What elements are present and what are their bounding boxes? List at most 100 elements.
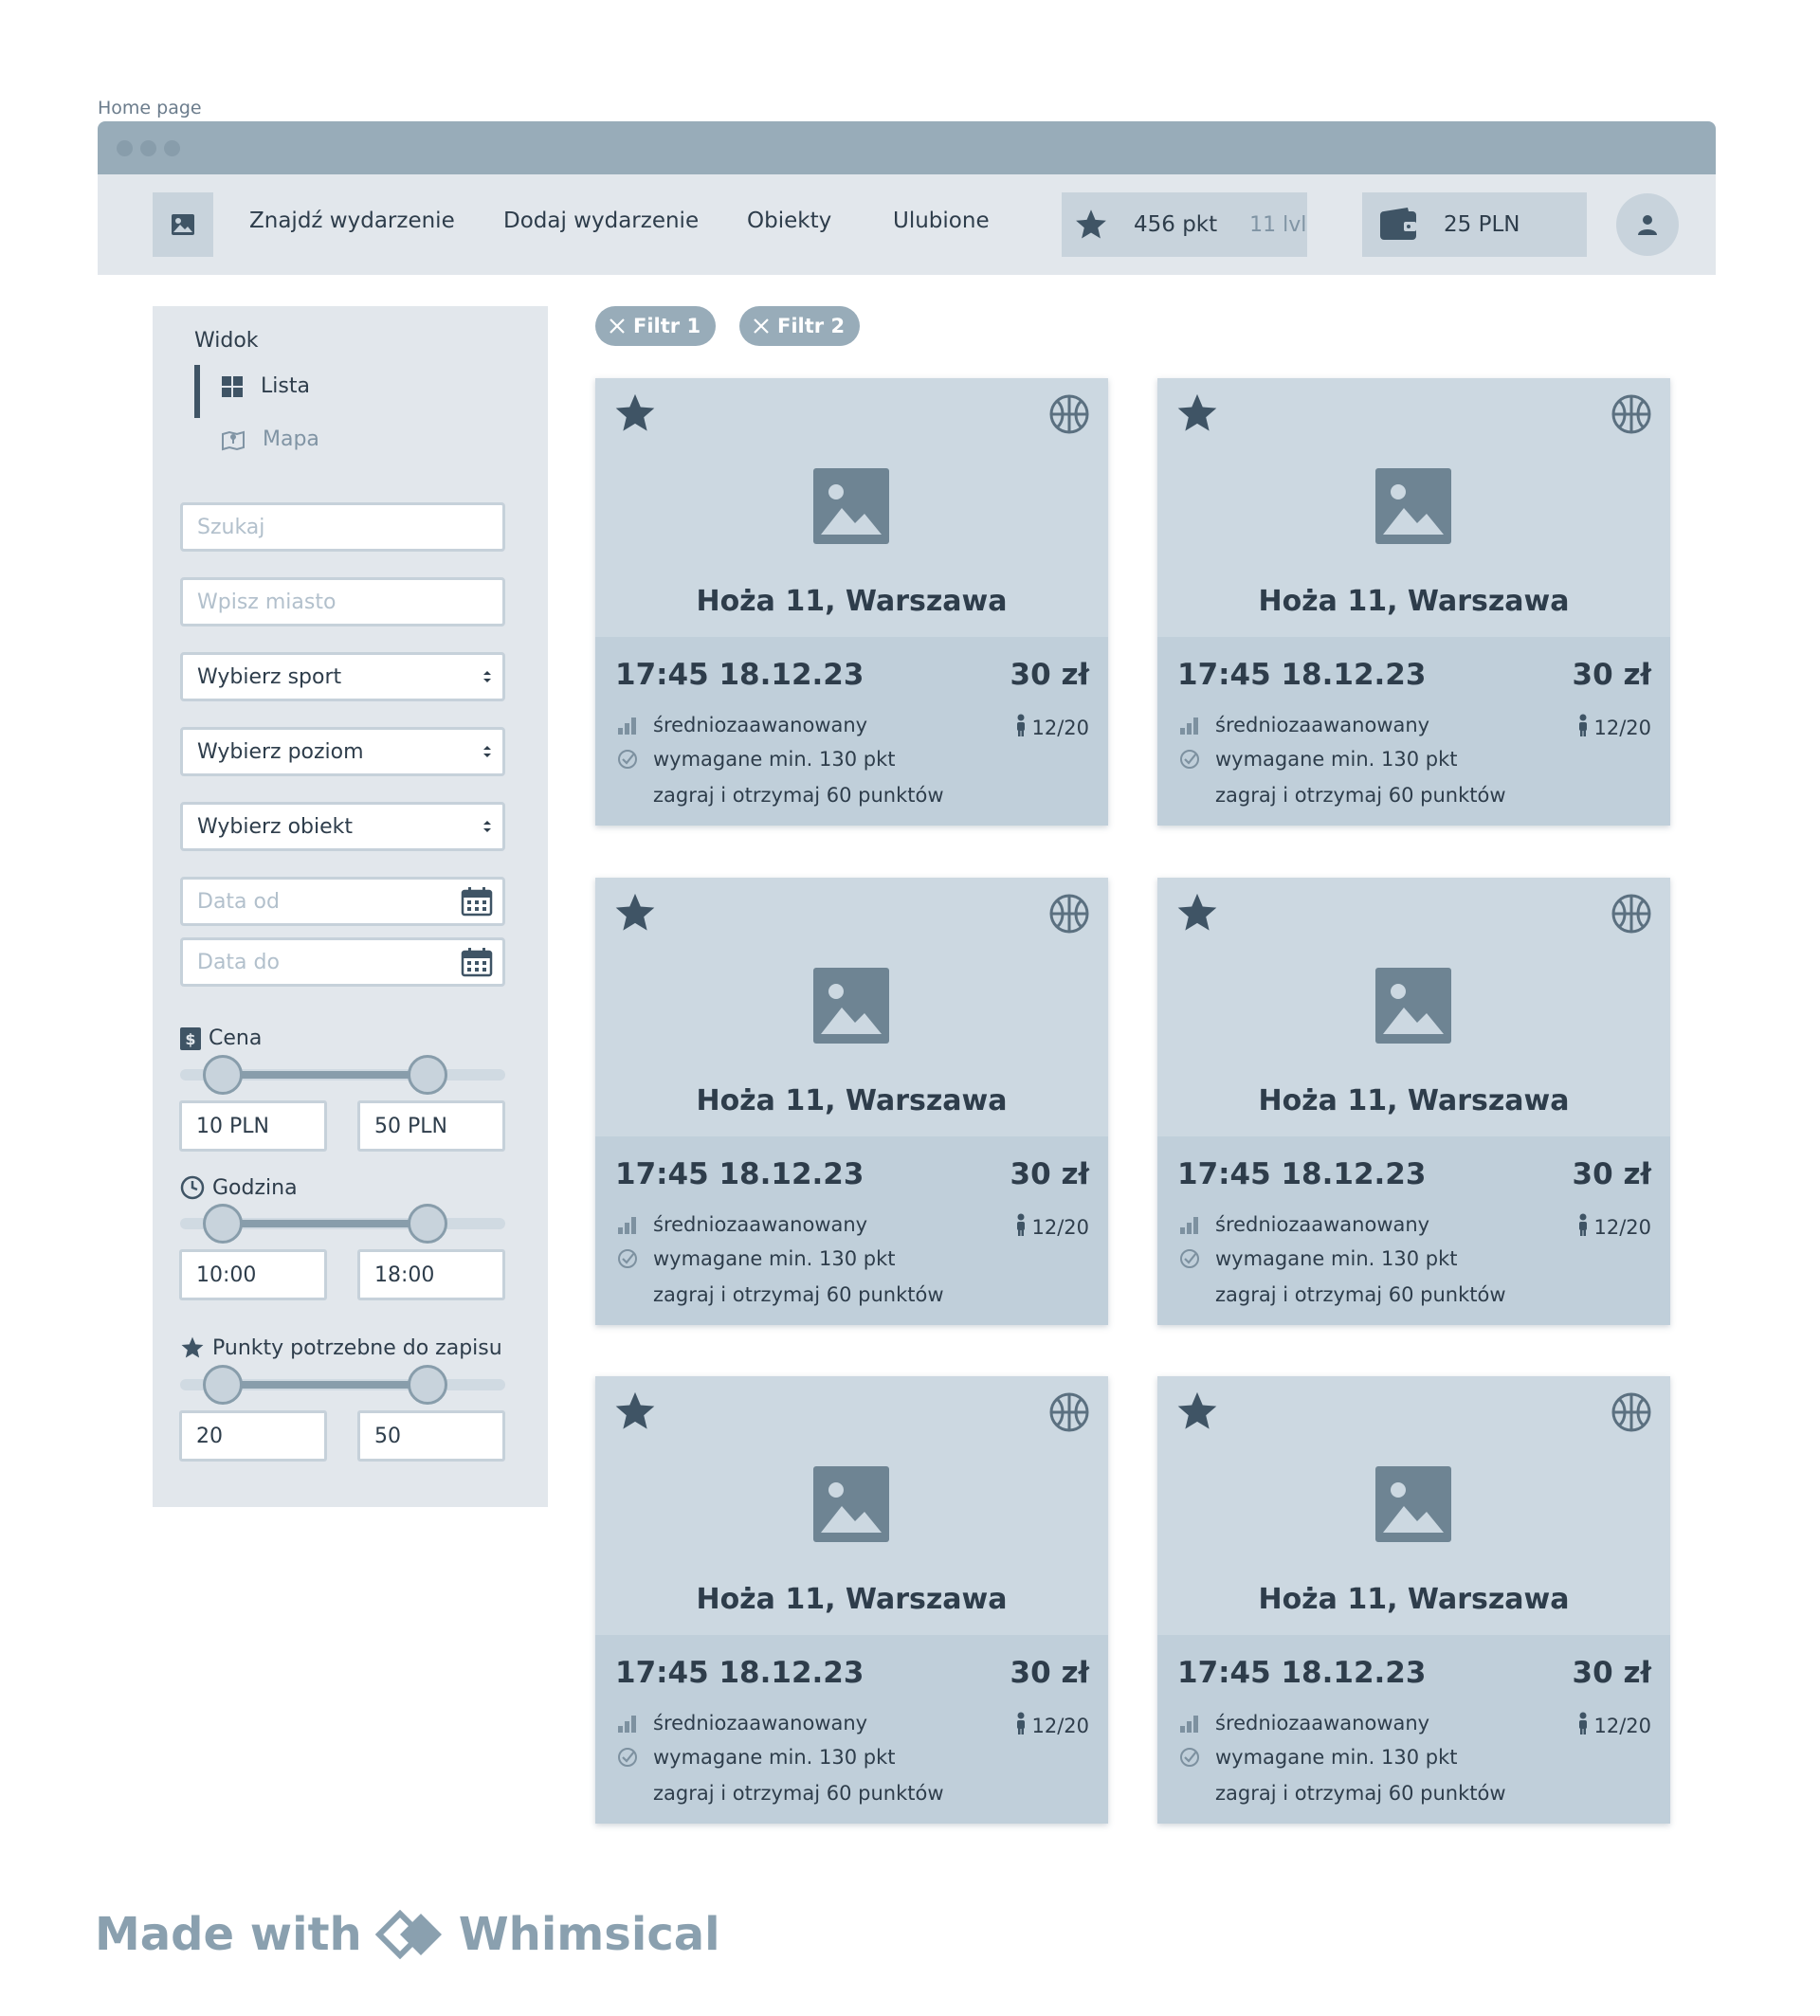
hour-section-label: Godzina [180,1175,298,1200]
price-max-input[interactable]: 50 PLN [357,1100,505,1152]
event-level-text: średniozaawanowany [653,714,868,736]
view-option-map[interactable]: Mapa [221,427,319,451]
basketball-icon [1048,393,1090,439]
sport-select[interactable]: Wybierz sport [180,652,505,701]
price-min-input[interactable]: 10 PLN [179,1100,327,1152]
level-bars-icon [615,1713,640,1734]
hour-slider-thumb-min[interactable] [203,1204,243,1244]
wallet-badge[interactable]: 25 PLN [1362,192,1587,257]
price-slider-thumb-max[interactable] [408,1055,447,1095]
window-dot-close[interactable] [117,140,133,156]
event-requirement: wymagane min. 130 pkt [1177,1746,1457,1769]
price-section-label: $ Cena [180,1026,262,1050]
logo-placeholder[interactable] [153,192,213,257]
event-card-header: Hoża 11, Warszawa [595,878,1108,1136]
level-bars-icon [615,1214,640,1235]
search-input-field[interactable] [197,515,502,539]
view-active-indicator [194,365,200,418]
points-max-input[interactable]: 50 [357,1410,505,1462]
window-dot-minimize[interactable] [140,140,156,156]
event-price: 30 zł [1572,1157,1651,1191]
check-circle-icon [615,1248,640,1269]
sport-select-value: Wybierz sport [197,664,342,689]
points-badge[interactable]: 456 pkt 11 lvl [1062,192,1307,257]
level-bars-icon [1177,1713,1202,1734]
hour-slider-thumb-max[interactable] [408,1204,447,1244]
view-option-map-label: Mapa [263,427,319,451]
event-address: Hoża 11, Warszawa [696,1583,1008,1616]
city-input[interactable] [180,577,505,627]
nav-link-add-event[interactable]: Dodaj wydarzenie [503,209,699,233]
hour-slider[interactable] [180,1204,505,1244]
points-min-input[interactable]: 20 [179,1410,327,1462]
view-title: Widok [194,329,259,353]
view-option-list[interactable]: Lista [221,374,310,398]
basketball-icon [1048,893,1090,938]
event-requirement: wymagane min. 130 pkt [1177,748,1457,771]
window-dot-maximize[interactable] [164,140,180,156]
search-input[interactable] [180,502,505,552]
event-requirement: wymagane min. 130 pkt [615,748,895,771]
top-navbar: Znajdź wydarzenie Dodaj wydarzenie Obiek… [98,174,1716,275]
calendar-icon[interactable] [461,947,493,977]
hour-label: Godzina [212,1175,298,1200]
user-avatar[interactable] [1616,193,1679,256]
favorite-star-icon[interactable] [612,891,658,938]
points-slider-thumb-max[interactable] [408,1365,447,1405]
hour-max-input[interactable]: 18:00 [357,1249,505,1300]
points-slider-thumb-min[interactable] [203,1365,243,1405]
event-card[interactable]: Hoża 11, Warszawa 17:45 18.12.23 30 zł ś… [1157,378,1670,826]
filter-chip-1[interactable]: Filtr 1 [595,306,717,346]
nav-link-find-event[interactable]: Znajdź wydarzenie [249,209,455,233]
event-reward-text: zagraj i otrzymaj 60 punktów [653,784,944,807]
event-address: Hoża 11, Warszawa [696,585,1008,618]
check-circle-icon [1177,1747,1202,1768]
event-requirement-text: wymagane min. 130 pkt [653,748,896,771]
event-datetime: 17:45 18.12.23 [1177,658,1427,692]
nav-link-venues[interactable]: Obiekty [747,209,831,233]
favorite-star-icon[interactable] [1174,891,1220,938]
nav-link-favorites[interactable]: Ulubione [893,209,990,233]
favorite-star-icon[interactable] [1174,391,1220,439]
event-level-text: średniozaawanowany [653,1213,868,1236]
event-card-header: Hoża 11, Warszawa [595,378,1108,637]
event-card[interactable]: Hoża 11, Warszawa 17:45 18.12.23 30 zł ś… [595,378,1108,826]
city-input-field[interactable] [197,590,502,614]
points-slider[interactable] [180,1365,505,1405]
hour-min-input[interactable]: 10:00 [179,1249,327,1300]
event-card[interactable]: Hoża 11, Warszawa 17:45 18.12.23 30 zł ś… [595,1376,1108,1824]
event-card[interactable]: Hoża 11, Warszawa 17:45 18.12.23 30 zł ś… [595,878,1108,1325]
favorite-star-icon[interactable] [612,1389,658,1437]
event-slots-text: 12/20 [1031,716,1089,739]
event-level: średniozaawanowany [615,1712,867,1734]
favorite-star-icon[interactable] [1174,1389,1220,1437]
venue-select[interactable]: Wybierz obiekt [180,802,505,851]
price-slider[interactable] [180,1055,505,1095]
made-with-footer: Made with Whimsical [95,1908,720,1961]
calendar-icon[interactable] [461,886,493,917]
event-requirement-text: wymagane min. 130 pkt [1215,748,1458,771]
filter-chip-2-label: Filtr 2 [777,315,846,337]
window-titlebar [98,121,1716,174]
event-reward: zagraj i otrzymaj 60 punktów [1177,1782,1506,1805]
filter-chip-2[interactable]: Filtr 2 [739,306,861,346]
level-select[interactable]: Wybierz poziom [180,727,505,776]
price-slider-range [220,1071,425,1079]
event-price: 30 zł [1572,1656,1651,1690]
check-circle-icon [615,749,640,770]
favorite-star-icon[interactable] [612,391,658,439]
close-icon[interactable] [753,318,770,335]
date-from-input[interactable]: Data od [180,877,505,926]
event-requirement-text: wymagane min. 130 pkt [653,1247,896,1270]
dollar-icon: $ [180,1026,201,1050]
close-icon[interactable] [609,318,626,335]
event-level-text: średniozaawanowany [1215,1712,1430,1734]
event-card[interactable]: Hoża 11, Warszawa 17:45 18.12.23 30 zł ś… [1157,1376,1670,1824]
event-reward: zagraj i otrzymaj 60 punktów [1177,1283,1506,1306]
points-section-label: Punkty potrzebne do zapisu [180,1335,502,1360]
date-to-input[interactable]: Data do [180,937,505,987]
event-card[interactable]: Hoża 11, Warszawa 17:45 18.12.23 30 zł ś… [1157,878,1670,1325]
event-slots-text: 12/20 [1593,1215,1651,1239]
price-slider-thumb-min[interactable] [203,1055,243,1095]
level-select-value: Wybierz poziom [197,739,364,764]
